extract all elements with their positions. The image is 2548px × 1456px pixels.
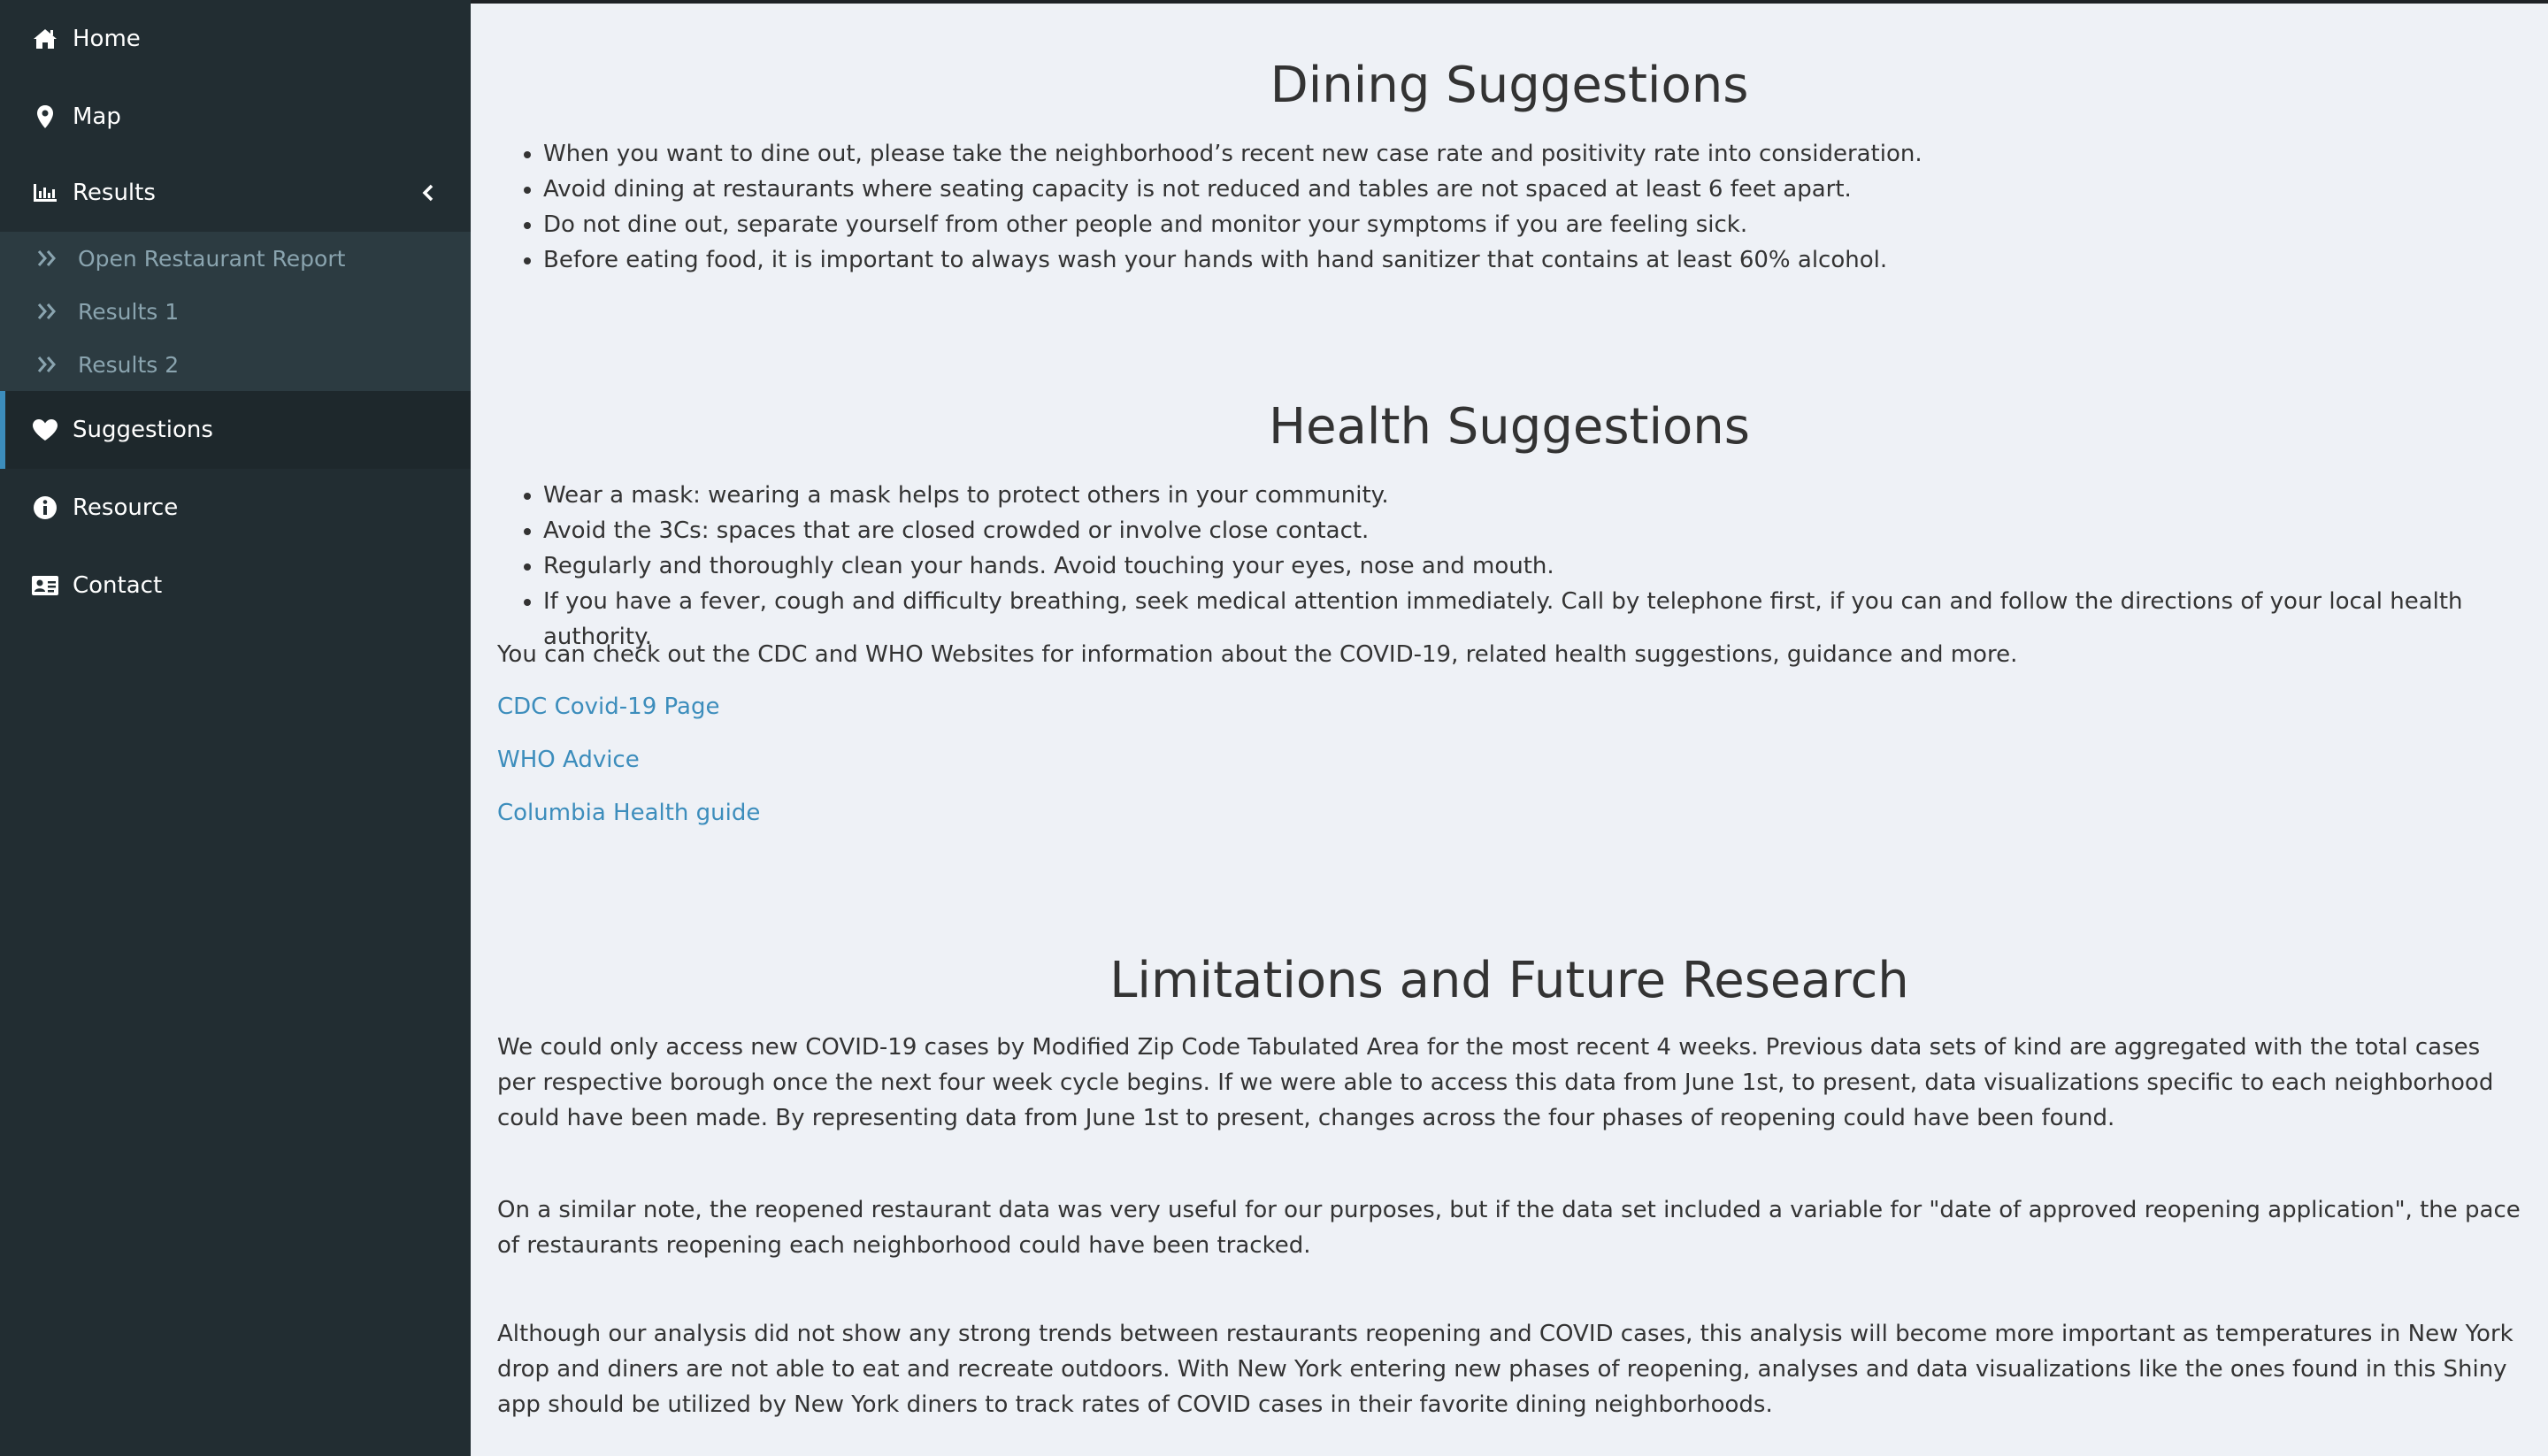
double-chevron-right-icon (35, 246, 60, 271)
sidebar-item-label: Suggestions (73, 417, 213, 443)
submenu-item-open-restaurant-report[interactable]: Open Restaurant Report (0, 232, 471, 285)
limitations-paragraph: On a similar note, the reopened restaura… (497, 1197, 2521, 1259)
main-content: Dining Suggestions When you want to dine… (471, 4, 2548, 1456)
list-item: When you want to dine out, please take t… (543, 136, 2525, 172)
list-item: Avoid the 3Cs: spaces that are closed cr… (543, 513, 2525, 548)
info-circle-icon (30, 493, 60, 523)
health-title: Health Suggestions (1269, 398, 1750, 456)
sidebar-item-label: Contact (73, 572, 163, 599)
sidebar-item-label: Home (73, 26, 141, 52)
list-item: Do not dine out, separate yourself from … (543, 207, 2525, 242)
limitations-paragraph: Although our analysis did not show any s… (497, 1321, 2513, 1418)
sidebar-item-resource[interactable]: Resource (0, 469, 471, 547)
sidebar-item-label: Map (73, 103, 121, 130)
sidebar-item-label: Resource (73, 494, 179, 521)
double-chevron-right-icon (35, 299, 60, 324)
list-item: Before eating food, it is important to a… (543, 242, 2525, 278)
submenu-item-results-1[interactable]: Results 1 (0, 285, 471, 338)
health-list: Wear a mask: wearing a mask helps to pro… (497, 478, 2525, 655)
sidebar-item-suggestions[interactable]: Suggestions (0, 391, 471, 469)
double-chevron-right-icon (35, 352, 60, 377)
chevron-left-icon (419, 182, 437, 203)
sidebar-item-label: Results (73, 180, 156, 206)
limitations-paragraph: We could only access new COVID-19 cases … (497, 1034, 2494, 1131)
sidebar-item-results[interactable]: Results (0, 154, 471, 232)
list-item: Regularly and thoroughly clean your hand… (543, 548, 2525, 584)
results-submenu: Open Restaurant Report Results 1 Results… (0, 232, 471, 391)
cdc-link[interactable]: CDC Covid-19 Page (497, 694, 719, 720)
map-marker-icon (30, 102, 60, 132)
sidebar-item-map[interactable]: Map (0, 78, 471, 156)
dining-list: When you want to dine out, please take t… (497, 136, 2525, 278)
submenu-item-label: Open Restaurant Report (78, 245, 346, 272)
dining-title: Dining Suggestions (1270, 57, 1749, 114)
id-card-icon (30, 571, 60, 601)
heart-icon (30, 415, 60, 445)
columbia-health-link[interactable]: Columbia Health guide (497, 800, 760, 826)
health-note: You can check out the CDC and WHO Websit… (497, 641, 2018, 668)
submenu-item-label: Results 1 (78, 298, 180, 325)
home-icon (30, 24, 60, 54)
limitations-title: Limitations and Future Research (1109, 952, 1909, 1009)
list-item: Avoid dining at restaurants where seatin… (543, 172, 2525, 207)
sidebar-item-home[interactable]: Home (0, 0, 471, 78)
bar-chart-icon (30, 178, 60, 208)
submenu-item-results-2[interactable]: Results 2 (0, 338, 471, 391)
sidebar: Home Map Results Open Restaurant Report … (0, 0, 471, 1456)
submenu-item-label: Results 2 (78, 351, 180, 378)
sidebar-item-contact[interactable]: Contact (0, 547, 471, 625)
who-link[interactable]: WHO Advice (497, 747, 640, 773)
list-item: Wear a mask: wearing a mask helps to pro… (543, 478, 2525, 513)
